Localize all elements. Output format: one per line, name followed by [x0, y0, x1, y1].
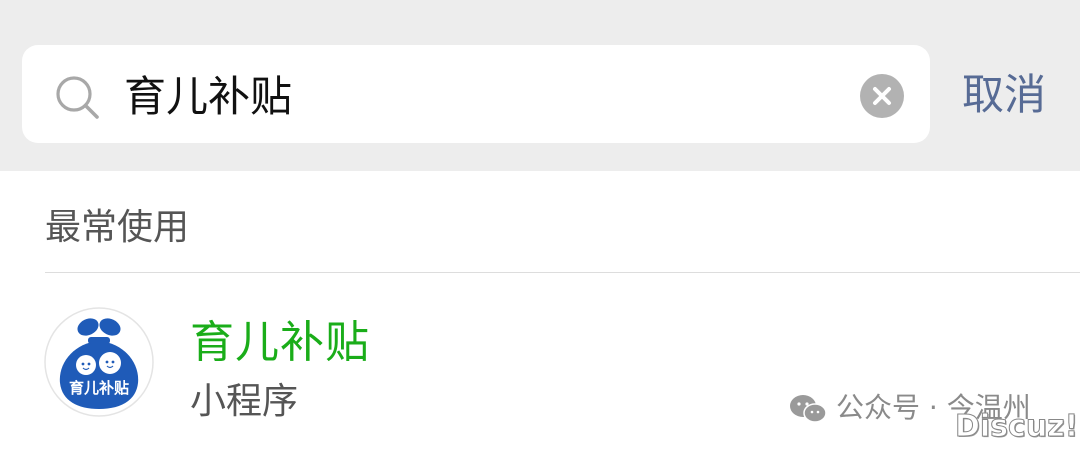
- clear-icon: [873, 87, 891, 105]
- search-input[interactable]: [124, 68, 844, 126]
- clear-button[interactable]: [860, 74, 904, 118]
- wechat-icon: [790, 395, 827, 423]
- app-icon: 育儿补贴: [44, 307, 154, 417]
- search-header: 取消: [0, 0, 1080, 171]
- app-icon-label: 育儿补贴: [69, 379, 129, 397]
- app-type: 小程序: [190, 381, 299, 422]
- watermark-brand: Discuz!: [954, 409, 1079, 445]
- cancel-button[interactable]: 取消: [962, 66, 1046, 124]
- search-icon: [56, 76, 99, 119]
- section-title: 最常使用: [45, 207, 190, 248]
- app-name: 育儿补贴: [190, 317, 370, 368]
